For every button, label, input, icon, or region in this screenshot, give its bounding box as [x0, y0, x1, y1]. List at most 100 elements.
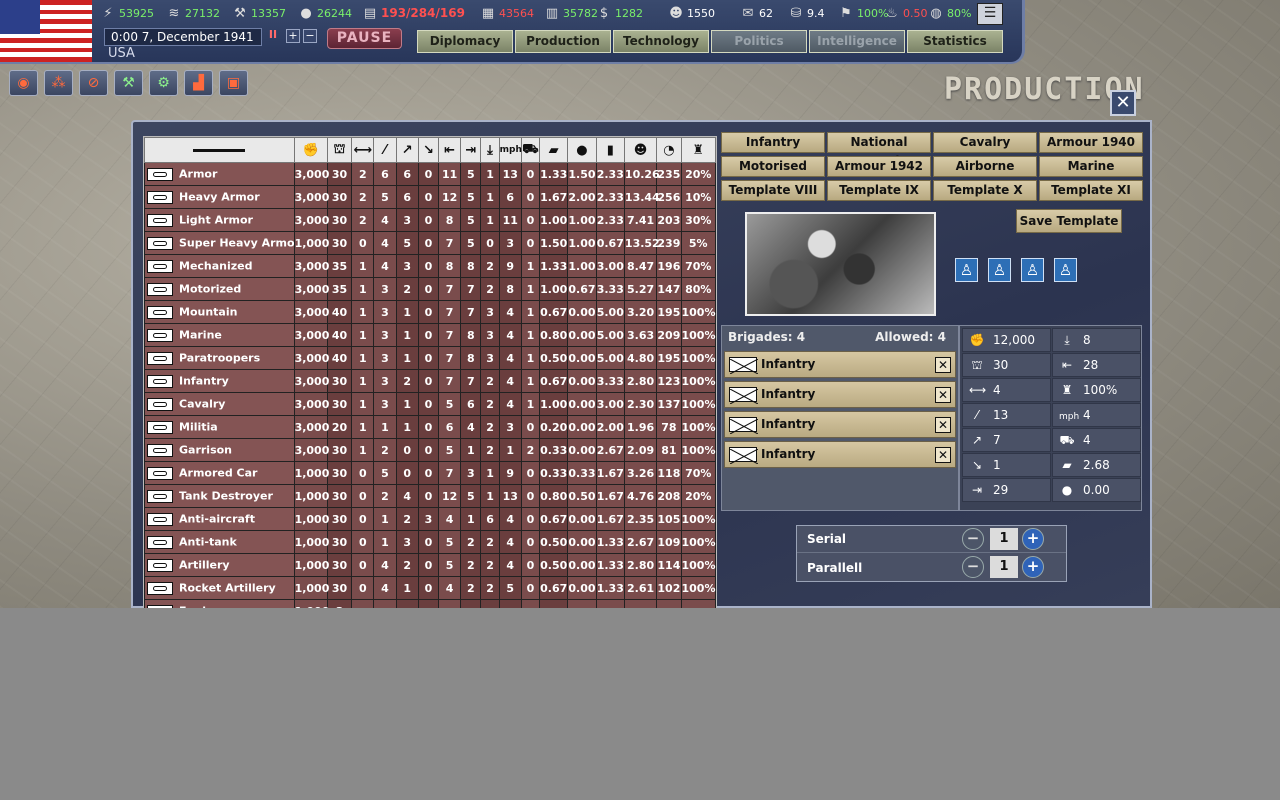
resource-war-exhaustion[interactable]: ♨ 0.50: [884, 2, 927, 24]
serial-plus-button[interactable]: +: [1022, 528, 1044, 550]
air-attack-icon[interactable]: ↘: [417, 137, 440, 163]
soldier-icon[interactable]: ♙: [988, 258, 1011, 282]
template-button[interactable]: Marine: [1039, 156, 1143, 177]
speed-mph-icon[interactable]: mph: [498, 137, 522, 163]
table-row[interactable]: Infantry 3,000 30 1 3 2 0 7 7 2 4 1 0.67 0.00 3.33 2.80…: [144, 369, 716, 393]
table-row[interactable]: Super Heavy Armored1,000300450750301.501…: [144, 231, 716, 255]
remove-brigade-button[interactable]: ✕: [935, 447, 951, 463]
resource-manpower-divisions[interactable]: ▤ 193/284/169: [362, 2, 465, 24]
time-icon[interactable]: ◔: [656, 137, 682, 163]
save-template-button[interactable]: Save Template: [1016, 209, 1122, 233]
soldier-icon[interactable]: ♙: [955, 258, 978, 282]
ic-cost-icon[interactable]: ▮: [595, 137, 625, 163]
table-row[interactable]: Armored Car 1,000 30 0 5 0 0 7 3 1 9 0 0.33 0.33 1.67 3…: [144, 461, 716, 485]
template-button[interactable]: Infantry: [721, 132, 825, 153]
resource-national-unity[interactable]: ⚑ 100%: [838, 2, 888, 24]
remove-brigade-button[interactable]: ✕: [935, 387, 951, 403]
factory-icon[interactable]: ▟: [184, 70, 213, 96]
remove-brigade-button[interactable]: ✕: [935, 357, 951, 373]
template-button[interactable]: Template X: [933, 180, 1037, 201]
resource-energy[interactable]: ⚡ 53925: [100, 2, 154, 24]
pause-button[interactable]: PAUSE: [327, 28, 402, 49]
transport-icon[interactable]: ⛟: [520, 137, 541, 163]
resource-diplomacy[interactable]: ✉ 62: [740, 2, 773, 24]
table-row[interactable]: Marine 3,000 40 1 3 1 0 7 8 3 4 1 0.80 0.00 5.00 3.63 20…: [144, 323, 716, 347]
resource-fuel[interactable]: ▥ 35782: [544, 2, 598, 24]
table-row[interactable]: Motorized 3,000 35 1 3 2 0 7 7 2 8 1 1.00 0.67 3.33 5.2…: [144, 277, 716, 301]
resource-money[interactable]: $1282: [596, 2, 643, 24]
remove-brigade-button[interactable]: ✕: [935, 417, 951, 433]
speed-up-button[interactable]: +: [286, 29, 300, 43]
template-button[interactable]: Template VIII: [721, 180, 825, 201]
template-button[interactable]: Airborne: [933, 156, 1037, 177]
tab-statistics[interactable]: Statistics: [907, 30, 1003, 53]
fuel-icon[interactable]: ●: [567, 137, 597, 163]
resource-rare-materials[interactable]: ⚒ 13357: [232, 2, 286, 24]
tab-diplomacy[interactable]: Diplomacy: [417, 30, 513, 53]
tab-intelligence[interactable]: Intelligence: [809, 30, 905, 53]
cost-icon[interactable]: ☻: [623, 137, 658, 163]
serial-minus-button[interactable]: −: [962, 528, 984, 550]
settings-icon[interactable]: ⚙: [149, 70, 178, 96]
table-row[interactable]: Heavy Armor 3,000 30 2 5 6 0 12 5 1 6 0 1.67 2.00 2.33…: [144, 185, 716, 209]
menu-icon[interactable]: ☰: [977, 3, 1003, 25]
soldier-icon[interactable]: ♙: [1054, 258, 1077, 282]
organization-icon[interactable]: ⛫: [326, 137, 353, 163]
manpower-icon[interactable]: ✊: [293, 137, 328, 163]
parallel-minus-button[interactable]: −: [962, 556, 984, 578]
parallel-plus-button[interactable]: +: [1022, 556, 1044, 578]
resource-metal[interactable]: ≋ 27132: [166, 2, 220, 24]
width-icon[interactable]: ⟷: [351, 137, 375, 163]
template-button[interactable]: National Guard: [827, 132, 931, 168]
table-row[interactable]: Engineers 1,0003: [144, 599, 716, 608]
tab-technology[interactable]: Technology: [613, 30, 709, 53]
table-row[interactable]: Militia 3,000 20 1 1 1 0 6 4 2 3 0 0.20 0.00 2.00 1.96 7…: [144, 415, 716, 439]
build-icon[interactable]: ⚒: [114, 70, 143, 96]
soldier-icon[interactable]: ♙: [1021, 258, 1044, 282]
template-button[interactable]: Motorised: [721, 156, 825, 177]
template-button[interactable]: Armour 1940: [1039, 132, 1143, 153]
table-row[interactable]: Garrison 3,000 30 1 2 0 0 5 1 2 1 2 0.33 0.00 2.67 2.09…: [144, 438, 716, 462]
table-row[interactable]: Anti-aircraft 1,000 30 0 1 2 3 4 1 6 4 0 0.67 0.00 1.6…: [144, 507, 716, 531]
speed-down-button[interactable]: −: [303, 29, 317, 43]
table-row[interactable]: Artillery 1,000 30 0 4 2 0 5 2 2 4 0 0.50 0.00 1.33 2.8…: [144, 553, 716, 577]
toughness-icon[interactable]: ⇥: [460, 137, 482, 163]
resource-neutrality[interactable]: ◍ 80%: [928, 2, 971, 24]
table-row[interactable]: Mountain 3,000 40 1 3 1 0 7 7 3 4 1 0.67 0.00 5.00 3.20…: [144, 300, 716, 324]
no-supply-icon[interactable]: ⊘: [79, 70, 108, 96]
table-row[interactable]: Rocket Artillery 1,000 30 0 4 1 0 4 2 2 5 0 0.67 0.00…: [144, 576, 716, 600]
hard-attack-icon[interactable]: ↗: [395, 137, 419, 163]
resource-dissent[interactable]: ⛁ 9.4: [788, 2, 825, 24]
table-row[interactable]: Tank Destroyer 1,000 30 0 2 4 0 12 5 1 13 0 0.80 0.50…: [144, 484, 716, 508]
template-button[interactable]: Template XI: [1039, 180, 1143, 201]
resource-manpower[interactable]: ☻ 1550: [668, 2, 715, 24]
tab-politics[interactable]: Politics: [711, 30, 807, 53]
close-button[interactable]: ✕: [1110, 90, 1136, 116]
sort-name-icon[interactable]: [144, 137, 295, 163]
resource-oil[interactable]: ● 26244: [298, 2, 352, 24]
tab-production[interactable]: Production: [515, 30, 611, 53]
table-row[interactable]: Light Armor 3,000 30 2 4 3 0 8 5 1 11 0 1.00 1.00 2.33…: [144, 208, 716, 232]
pause-icon[interactable]: II: [266, 29, 280, 43]
soft-attack-icon[interactable]: ⁄: [373, 137, 397, 163]
air-defense-icon[interactable]: ⤓: [480, 137, 500, 163]
template-button[interactable]: Armour 1942: [827, 156, 931, 177]
table-row[interactable]: Paratroopers 3,000 40 1 3 1 0 7 8 3 4 1 0.50 0.00 5.00…: [144, 346, 716, 370]
resource-supplies[interactable]: ▦ 43564: [480, 2, 534, 24]
table-row[interactable]: Anti-tank 1,000 30 0 1 3 0 5 2 2 4 0 0.50 0.00 1.33 2.6…: [144, 530, 716, 554]
brigade-row[interactable]: Infantry ✕: [724, 381, 956, 408]
table-row[interactable]: Cavalry 3,000 30 1 3 1 0 5 6 2 4 1 1.00 0.00 3.00 2.30 1…: [144, 392, 716, 416]
brigade-row[interactable]: Infantry ✕: [724, 441, 956, 468]
template-button[interactable]: Cavalry: [933, 132, 1037, 153]
units-icon[interactable]: ⁂: [44, 70, 73, 96]
convoy-icon[interactable]: ▣: [219, 70, 248, 96]
template-button[interactable]: Template IX: [827, 180, 931, 201]
table-row[interactable]: Armor 3,000 30 2 6 6 0 11 5 1 13 0 1.33 1.50 2.33 10.26…: [144, 162, 716, 186]
defense-icon[interactable]: ⇤: [438, 137, 462, 163]
unit-icon[interactable]: ♜: [680, 137, 716, 163]
radar-icon[interactable]: ◉: [9, 70, 38, 96]
supply-icon[interactable]: ▰: [539, 137, 569, 163]
usa-flag-icon[interactable]: [0, 0, 92, 62]
table-row[interactable]: Mechanized 3,000 35 1 4 3 0 8 8 2 9 1 1.33 1.00 3.00 8.…: [144, 254, 716, 278]
brigade-row[interactable]: Infantry ✕: [724, 411, 956, 438]
